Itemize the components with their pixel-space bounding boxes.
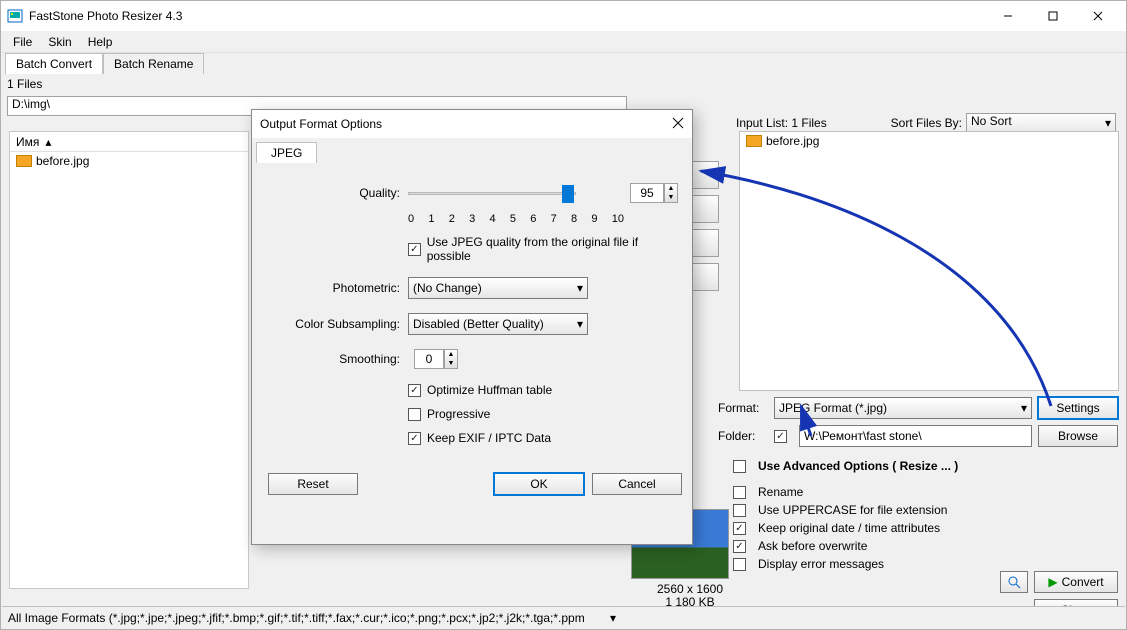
uppercase-label: Use UPPERCASE for file extension: [758, 503, 947, 517]
dialog-title: Output Format Options: [260, 117, 672, 131]
quality-label: Quality:: [266, 186, 408, 200]
format-select[interactable]: JPEG Format (*.jpg): [774, 397, 1032, 419]
smoothing-label: Smoothing:: [266, 352, 408, 366]
disperr-checkbox[interactable]: [733, 558, 746, 571]
folder-label: Folder:: [718, 429, 768, 443]
tab-batch-rename[interactable]: Batch Rename: [103, 53, 204, 74]
status-dropdown-icon[interactable]: ▾: [610, 611, 616, 625]
input-list-label: Input List: 1 Files: [736, 116, 827, 130]
status-text: All Image Formats (*.jpg;*.jpe;*.jpeg;*.…: [8, 611, 608, 625]
tab-batch-convert[interactable]: Batch Convert: [5, 53, 103, 74]
progressive-label: Progressive: [427, 407, 490, 421]
dialog-close-icon[interactable]: [672, 117, 684, 132]
list-item[interactable]: before.jpg: [740, 132, 1118, 150]
folder-input[interactable]: [799, 425, 1032, 447]
files-count: 1 Files: [1, 74, 1126, 94]
titlebar: FastStone Photo Resizer 4.3: [1, 1, 1126, 31]
folder-checkbox[interactable]: [774, 430, 787, 443]
close-button[interactable]: [1075, 2, 1120, 30]
photometric-label: Photometric:: [266, 281, 408, 295]
use-original-quality-label: Use JPEG quality from the original file …: [427, 235, 678, 263]
app-title: FastStone Photo Resizer 4.3: [29, 9, 985, 23]
column-name[interactable]: Имя: [16, 135, 39, 149]
cancel-button[interactable]: Cancel: [592, 473, 682, 495]
image-icon: [16, 155, 32, 167]
smoothing-value[interactable]: [414, 349, 444, 369]
rename-label: Rename: [758, 485, 803, 499]
quality-slider-thumb[interactable]: [562, 185, 574, 203]
huffman-label: Optimize Huffman table: [427, 383, 552, 397]
exif-label: Keep EXIF / IPTC Data: [427, 431, 551, 445]
quality-value[interactable]: [630, 183, 664, 203]
disperr-label: Display error messages: [758, 557, 884, 571]
reset-button[interactable]: Reset: [268, 473, 358, 495]
progressive-checkbox[interactable]: [408, 408, 421, 421]
advanced-label: Use Advanced Options ( Resize ... ): [758, 459, 958, 473]
source-file-list: Имя ▴ before.jpg: [9, 131, 249, 589]
app-icon: [7, 8, 23, 24]
sort-select[interactable]: No Sort: [966, 113, 1116, 133]
file-name: before.jpg: [36, 154, 89, 168]
askoverwrite-checkbox[interactable]: [733, 540, 746, 553]
play-icon: ▶: [1048, 575, 1057, 589]
quality-ticks: 012345678910: [408, 213, 678, 225]
subsample-select[interactable]: Disabled (Better Quality): [408, 313, 588, 335]
maximize-button[interactable]: [1030, 2, 1075, 30]
exif-checkbox[interactable]: [408, 432, 421, 445]
askoverwrite-label: Ask before overwrite: [758, 539, 867, 553]
tab-jpeg[interactable]: JPEG: [256, 142, 317, 163]
input-file-list: before.jpg: [739, 131, 1119, 391]
rename-checkbox[interactable]: [733, 486, 746, 499]
keepdate-label: Keep original date / time attributes: [758, 521, 940, 535]
convert-button[interactable]: ▶Convert: [1034, 571, 1118, 593]
advanced-checkbox[interactable]: [733, 460, 746, 473]
list-item[interactable]: before.jpg: [10, 152, 248, 170]
statusbar: All Image Formats (*.jpg;*.jpe;*.jpeg;*.…: [2, 606, 1125, 628]
keepdate-checkbox[interactable]: [733, 522, 746, 535]
output-format-dialog: Output Format Options JPEG Quality: ▲▼ 0…: [251, 109, 693, 545]
menu-skin[interactable]: Skin: [42, 33, 77, 51]
sort-label: Sort Files By:: [891, 116, 962, 130]
menu-file[interactable]: File: [7, 33, 38, 51]
subsample-label: Color Subsampling:: [266, 317, 408, 331]
quality-spinner[interactable]: ▲▼: [664, 183, 678, 203]
file-name: before.jpg: [766, 134, 819, 148]
menubar: File Skin Help: [1, 31, 1126, 53]
ok-button[interactable]: OK: [494, 473, 584, 495]
photometric-select[interactable]: (No Change): [408, 277, 588, 299]
image-icon: [746, 135, 762, 147]
menu-help[interactable]: Help: [82, 33, 119, 51]
smoothing-spinner[interactable]: ▲▼: [444, 349, 458, 369]
main-tabs: Batch Convert Batch Rename: [1, 53, 1126, 74]
quality-slider[interactable]: [408, 192, 576, 195]
preview-toggle-button[interactable]: [1000, 571, 1028, 593]
minimize-button[interactable]: [985, 2, 1030, 30]
format-label: Format:: [718, 401, 768, 415]
use-original-quality-checkbox[interactable]: [408, 243, 421, 256]
browse-button[interactable]: Browse: [1038, 425, 1118, 447]
uppercase-checkbox[interactable]: [733, 504, 746, 517]
huffman-checkbox[interactable]: [408, 384, 421, 397]
sort-asc-icon: ▴: [45, 135, 51, 149]
settings-button[interactable]: Settings: [1038, 397, 1118, 419]
